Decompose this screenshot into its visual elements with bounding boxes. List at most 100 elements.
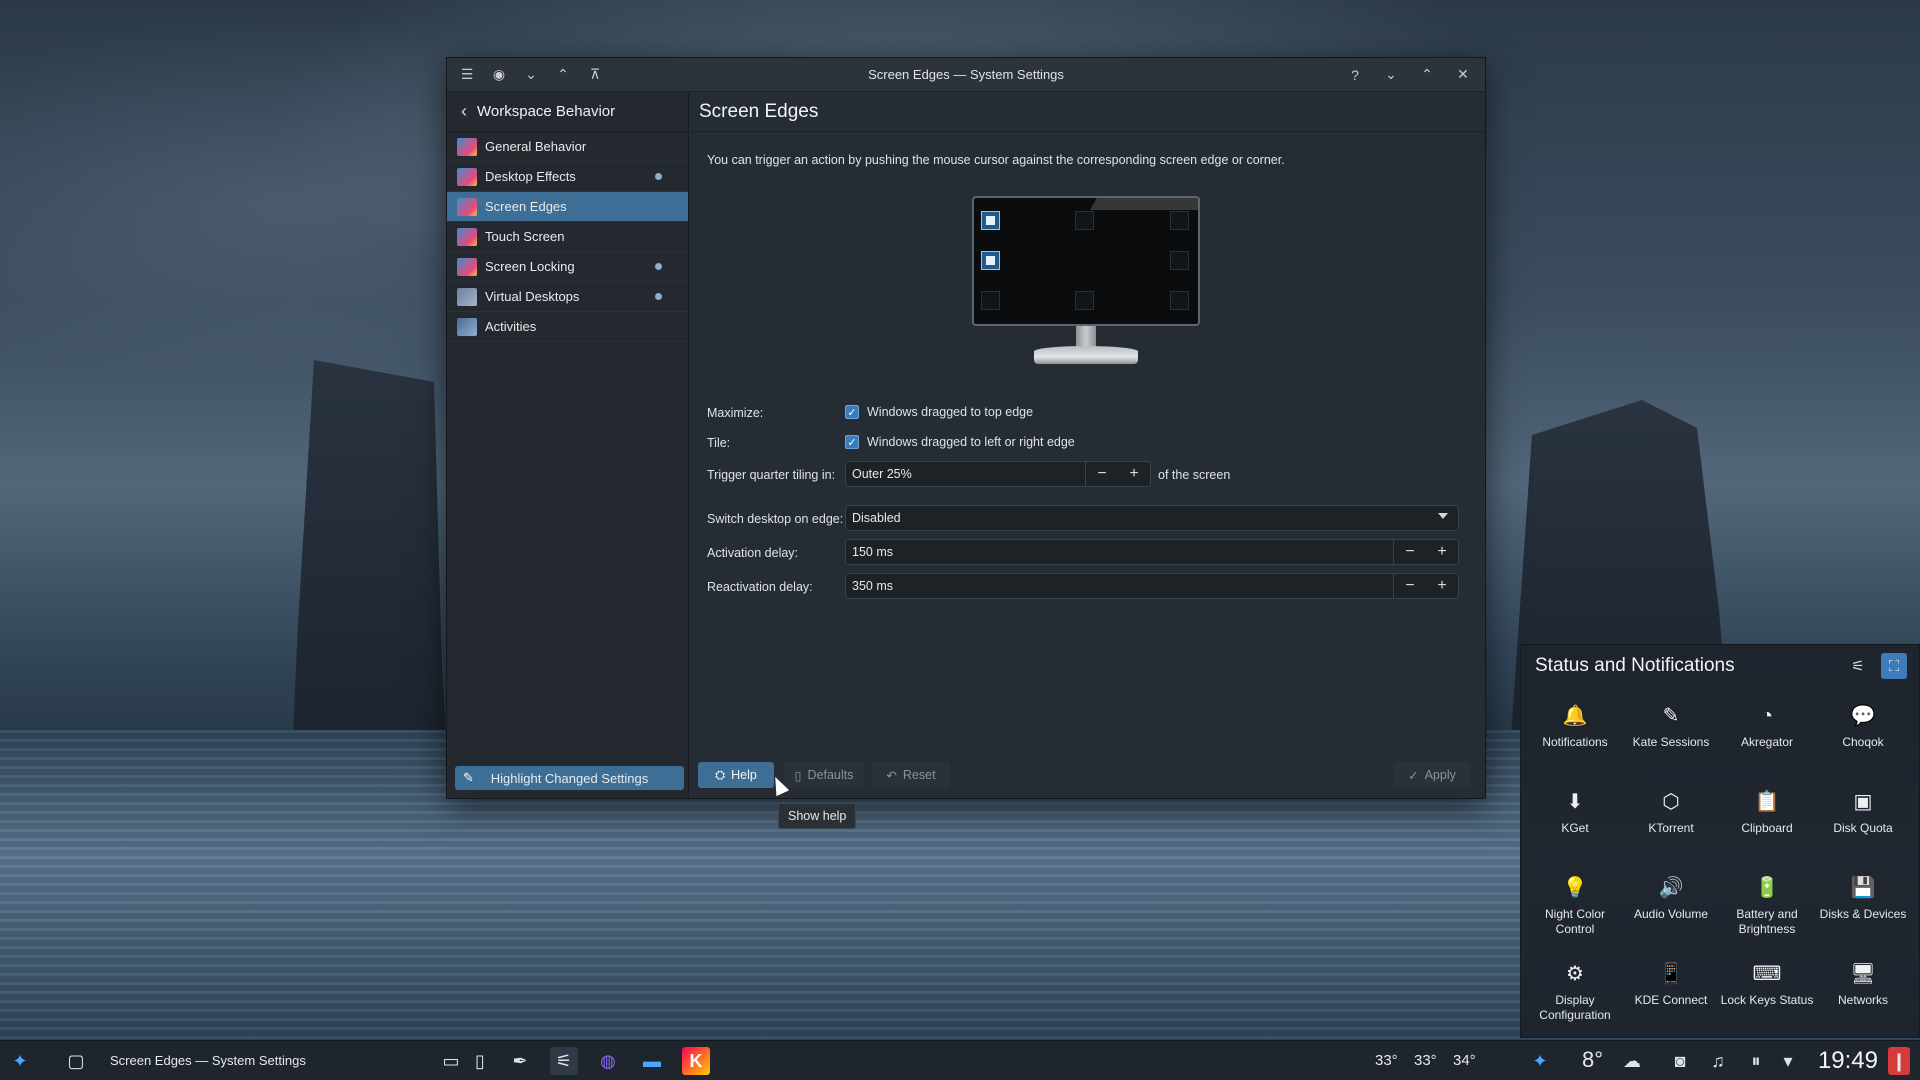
tray-item-label: Night Color Control — [1544, 907, 1606, 936]
pin-icon[interactable]: ◉ — [489, 65, 509, 85]
tray-expand-icon[interactable]: ▾ — [1774, 1047, 1802, 1075]
show-desktop-icon[interactable]: ▢ — [62, 1047, 90, 1075]
quarter-tiling-value: Outer 25% — [852, 467, 912, 481]
kvirc-icon[interactable]: K — [682, 1047, 710, 1075]
changed-indicator-dot — [655, 173, 662, 180]
status-notifications-popup: Status and Notifications ⚟ ⛶ 🔔 Notificati… — [1520, 644, 1920, 1038]
pager-desktop-2[interactable]: ▯ — [470, 1047, 490, 1075]
tray-item-audio-volume[interactable]: 🔊 Audio Volume — [1623, 873, 1719, 959]
sidebar-item-virtual-desktops[interactable]: Virtual Desktops — [447, 282, 688, 312]
tray-item-label: Disk Quota — [1833, 821, 1893, 835]
help-button[interactable]: ⛭ Help — [698, 762, 774, 788]
close-icon[interactable]: ✕ — [1453, 65, 1473, 85]
cpu-temp-3: 34° — [1453, 1052, 1476, 1069]
tray-item-label: Kate Sessions — [1632, 735, 1710, 749]
configure-icon[interactable]: ⚟ — [1845, 653, 1871, 679]
minimize-icon[interactable]: ⌄ — [1381, 65, 1401, 85]
increment-button[interactable]: + — [1118, 462, 1150, 486]
tray-item-ktorrent[interactable]: ⬡ KTorrent — [1623, 787, 1719, 873]
keep-above-icon[interactable]: ⌃ — [553, 65, 573, 85]
tile-label: Tile: — [707, 436, 731, 450]
music-note-icon[interactable]: ♫ — [1704, 1047, 1732, 1075]
power-icon[interactable]: ❙ — [1888, 1047, 1910, 1075]
sidebar-item-activities[interactable]: Activities — [447, 312, 688, 342]
kde-connect-tray-icon[interactable]: ✦ — [1526, 1047, 1554, 1075]
decrement-button[interactable]: − — [1086, 462, 1118, 486]
maximize-checkbox[interactable]: ✓ Windows dragged to top edge — [845, 405, 1033, 419]
edge-top-right[interactable] — [1170, 211, 1189, 230]
edge-bottom-right[interactable] — [1170, 291, 1189, 310]
battery-icon: 🔋 — [1754, 876, 1780, 899]
reset-button[interactable]: ↶ Reset — [872, 762, 950, 788]
sidebar-item-general-behavior[interactable]: General Behavior — [447, 132, 688, 162]
firefox-icon[interactable]: ◍ — [594, 1047, 622, 1075]
monitor-glare — [1089, 198, 1198, 210]
pen-app-icon[interactable]: ✒ — [506, 1047, 534, 1075]
highlight-changed-settings-button[interactable]: ✎ Highlight Changed Settings — [455, 766, 684, 790]
chat-icon: 💬 — [1850, 704, 1876, 727]
shade-icon[interactable]: ⊼ — [585, 65, 605, 85]
tray-item-kde-connect[interactable]: 📱 KDE Connect — [1623, 959, 1719, 1045]
tray-item-clipboard[interactable]: 📋 Clipboard — [1719, 787, 1815, 873]
clock[interactable]: 19:49 — [1818, 1047, 1878, 1075]
tray-item-label: Audio Volume — [1633, 907, 1709, 921]
tray-item-label: Lock Keys Status — [1720, 993, 1814, 1007]
decrement-button[interactable]: − — [1394, 574, 1426, 598]
tray-item-networks[interactable]: 🖥 Networks — [1815, 959, 1911, 1045]
sidebar-item-label: Virtual Desktops — [485, 289, 580, 304]
tray-item-battery[interactable]: 🔋 Battery and Brightness — [1719, 873, 1815, 959]
increment-button[interactable]: + — [1426, 574, 1458, 598]
page-description: You can trigger an action by pushing the… — [707, 153, 1285, 167]
pause-icon[interactable]: ⏸ — [1742, 1047, 1770, 1075]
keep-below-icon[interactable]: ⌄ — [521, 65, 541, 85]
tray-item-disk-quota[interactable]: ▣ Disk Quota — [1815, 787, 1911, 873]
quarter-tiling-spinbox[interactable]: Outer 25% − + — [845, 461, 1151, 487]
tray-item-label: Clipboard — [1741, 821, 1793, 835]
reactivation-delay-spinbox[interactable]: 350 ms − + — [845, 573, 1459, 599]
apply-button[interactable]: ✓ Apply — [1393, 762, 1471, 788]
tray-item-display-config[interactable]: ⚙ Display Configuration — [1527, 959, 1623, 1045]
activities-icon — [457, 317, 477, 336]
edge-bottom[interactable] — [1075, 291, 1094, 310]
media-app-icon[interactable]: ◙ — [1666, 1047, 1694, 1075]
help-icon[interactable]: ? — [1345, 65, 1365, 85]
tray-item-label: Notifications — [1542, 735, 1608, 749]
system-settings-app-icon[interactable]: ⚟ — [550, 1047, 578, 1075]
pencil-icon: ✎ — [463, 770, 474, 785]
pager-desktop-1[interactable]: ▭ — [436, 1047, 466, 1075]
maximize-icon[interactable]: ⌃ — [1417, 65, 1437, 85]
sidebar-item-screen-edges[interactable]: Screen Edges — [447, 192, 688, 222]
edge-left[interactable] — [981, 251, 1000, 270]
tray-item-akregator[interactable]: ◔ Akregator — [1719, 701, 1815, 787]
increment-button[interactable]: + — [1426, 540, 1458, 564]
tray-item-lock-keys[interactable]: ⌨ Lock Keys Status — [1719, 959, 1815, 1045]
monitor-screen — [972, 196, 1200, 326]
tile-checkbox[interactable]: ✓ Windows dragged to left or right edge — [845, 435, 1075, 449]
edge-right[interactable] — [1170, 251, 1189, 270]
weather-cloud-icon[interactable]: ☁ — [1618, 1047, 1646, 1075]
edge-bottom-left[interactable] — [981, 291, 1000, 310]
tray-item-notifications[interactable]: 🔔 Notifications — [1527, 701, 1623, 787]
edge-top-left[interactable] — [981, 211, 1000, 230]
decrement-button[interactable]: − — [1394, 540, 1426, 564]
active-task-label[interactable]: Screen Edges — System Settings — [110, 1053, 306, 1068]
tray-item-choqok[interactable]: 💬 Choqok — [1815, 701, 1911, 787]
tray-item-night-color[interactable]: 💡 Night Color Control — [1527, 873, 1623, 959]
defaults-button[interactable]: ▯ Defaults — [784, 762, 864, 788]
tray-item-kate-sessions[interactable]: ✎ Kate Sessions — [1623, 701, 1719, 787]
sidebar-item-screen-locking[interactable]: Screen Locking — [447, 252, 688, 282]
window-titlebar[interactable]: ☰ ◉ ⌄ ⌃ ⊼ Screen Edges — System Settings… — [447, 58, 1485, 92]
file-manager-icon[interactable]: ▬ — [638, 1047, 666, 1075]
quarter-tiling-suffix: of the screen — [1158, 468, 1231, 482]
app-launcher-icon[interactable]: ✦ — [6, 1047, 34, 1075]
tray-item-disks-devices[interactable]: 💾 Disks & Devices — [1815, 873, 1911, 959]
back-arrow-icon[interactable]: ‹ — [461, 101, 467, 122]
activation-delay-spinbox[interactable]: 150 ms − + — [845, 539, 1459, 565]
sidebar-item-touch-screen[interactable]: Touch Screen — [447, 222, 688, 252]
settings-menu-icon[interactable]: ☰ — [457, 65, 477, 85]
pin-popup-icon[interactable]: ⛶ — [1881, 653, 1907, 679]
switch-desktop-dropdown[interactable]: Disabled — [845, 505, 1459, 531]
tray-item-kget[interactable]: ⬇ KGet — [1527, 787, 1623, 873]
sidebar-item-desktop-effects[interactable]: Desktop Effects — [447, 162, 688, 192]
edge-top[interactable] — [1075, 211, 1094, 230]
